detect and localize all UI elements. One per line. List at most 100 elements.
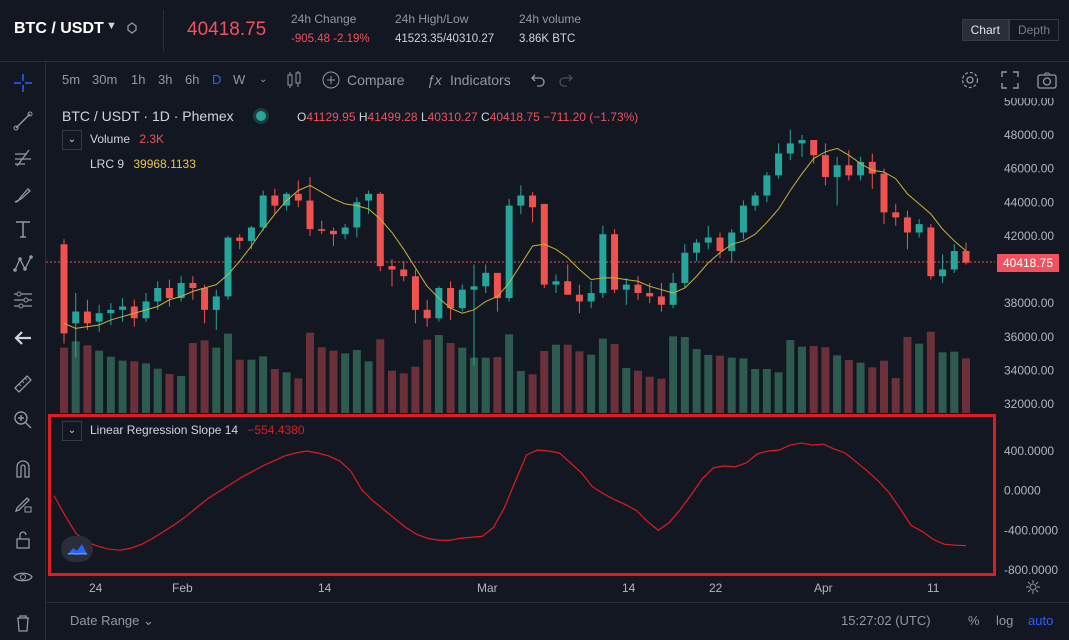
timeframe-1h[interactable]: 1h [131,72,145,87]
volume-bar [247,359,256,413]
exchange-icon[interactable] [126,22,138,34]
volume-bar [470,357,478,413]
candle-body [786,143,794,154]
time-label: 14 [622,581,636,595]
volume-bar [235,359,244,413]
volume-bar [552,344,560,413]
timeframe-6h[interactable]: 6h [185,72,199,87]
candle-body [716,237,724,252]
candle-body [189,282,197,288]
timeframe-5m[interactable]: 5m [62,72,80,87]
chevron-down-icon[interactable]: ⌄ [259,74,267,85]
back-arrow-icon[interactable] [11,326,35,350]
candle-body [107,309,115,314]
depth-view-button[interactable]: Depth [1008,19,1059,41]
candle-body [411,276,419,310]
timeframe-30m[interactable]: 30m [92,72,117,87]
view-toggle: Chart Depth [961,19,1059,41]
pattern-icon[interactable] [11,252,35,276]
stat-label: 24h Change [291,12,357,26]
candle-body [681,252,689,283]
candle-body [212,296,220,310]
volume-bar [177,376,186,413]
ohlc-change: −711.20 (−1.73%) [543,110,639,124]
prediction-icon[interactable] [11,288,35,312]
text-tool-icon[interactable] [11,217,35,241]
candle-body [95,313,103,322]
lock-drawing-icon[interactable] [11,492,35,516]
stat-value: 3.86K BTC [519,33,576,45]
tradingview-logo-icon[interactable] [61,536,93,562]
fx-icon[interactable]: ƒx [427,72,442,88]
timeframe-3h[interactable]: 3h [158,72,172,87]
volume-bar [212,347,221,413]
timeframe-d[interactable]: D [212,72,221,87]
fib-tool-icon[interactable] [11,146,35,170]
collapse-chevron-icon[interactable]: ⌄ [62,130,82,150]
magnet-icon[interactable] [11,457,35,481]
candle-body [611,234,619,290]
fullscreen-icon[interactable] [1000,70,1020,90]
stat-24h-highlow: 24h High/Low 41523.35/40310.27 [395,12,494,45]
unlock-icon[interactable] [11,528,35,552]
timeframe-w[interactable]: W [233,72,245,87]
stat-label: 24h High/Low [395,12,469,26]
redo-icon[interactable] [558,72,574,88]
plus-circle-icon[interactable] [322,71,340,89]
volume-legend: ⌄ Volume 2.3K [62,130,164,150]
volume-bar [926,331,935,413]
volume-bar [446,343,455,413]
trash-icon[interactable] [11,611,35,635]
log-toggle[interactable]: log [996,613,1013,628]
eye-icon[interactable] [11,565,35,589]
volume-bar [844,360,853,413]
volume-bar [704,355,713,413]
volume-bar [399,373,408,413]
ohlc-high-key: H [358,110,368,124]
ohlc-close: 40418.75 [489,110,540,124]
chart-view-button[interactable]: Chart [961,19,1009,41]
utc-clock[interactable]: 15:27:02 (UTC) [841,613,931,628]
caret-down-icon[interactable]: ▼ [106,20,117,32]
ruler-icon[interactable] [11,372,35,396]
time-label: 22 [709,581,723,595]
candle-body [482,272,490,287]
settings-gear-icon[interactable] [960,70,980,90]
zoom-icon[interactable] [11,408,35,432]
volume-bar [388,370,396,413]
camera-icon[interactable] [1036,70,1058,90]
candle-body [599,234,607,294]
crosshair-icon[interactable] [11,71,35,95]
brush-icon[interactable] [11,183,35,207]
auto-scale-toggle[interactable]: auto [1028,613,1053,628]
candle-body [458,289,466,309]
candle-body [388,266,396,270]
candle-body [763,175,771,196]
volume-bar [352,350,361,413]
indicators-button[interactable]: Indicators [450,72,511,88]
axis-settings-icon[interactable] [1025,579,1041,595]
compare-button[interactable]: Compare [347,72,405,88]
volume-bar [224,333,232,413]
lrc-label: LRC 9 [90,157,125,171]
last-price: 40418.75 [187,19,267,40]
candle-type-icon[interactable] [286,70,302,90]
undo-icon[interactable] [530,72,546,88]
percent-toggle[interactable]: % [968,613,980,628]
candle-body [821,155,829,178]
volume-bar [563,344,572,413]
volume-bar [270,369,279,413]
candle-body [470,286,478,290]
volume-bar [962,358,970,413]
volume-bar [282,372,291,413]
candle-body [657,296,665,305]
stat-24h-volume: 24h volume 3.86K BTC [519,12,581,45]
candle-body [646,293,654,297]
trend-line-icon[interactable] [11,109,35,133]
candle-body [365,193,373,201]
date-range-button[interactable]: Date Range ⌄ [70,613,154,629]
volume-bar [669,336,678,413]
pair-selector[interactable]: BTC / USDT [14,20,104,38]
candle-body [83,311,91,324]
volume-bar [821,347,830,413]
